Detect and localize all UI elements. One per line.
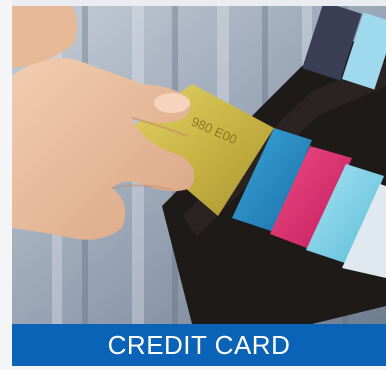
caption-bar: CREDIT CARD bbox=[12, 324, 386, 366]
bottom-margin bbox=[12, 366, 386, 370]
photo-illustration: 980 E00 bbox=[12, 6, 386, 324]
credit-card-photo: 980 E00 bbox=[12, 6, 386, 324]
caption-title: CREDIT CARD bbox=[107, 330, 291, 360]
left-margin bbox=[0, 0, 12, 370]
card-frame: 980 E00 CREDIT CARD bbox=[0, 0, 386, 370]
thumb-nail bbox=[154, 93, 190, 113]
